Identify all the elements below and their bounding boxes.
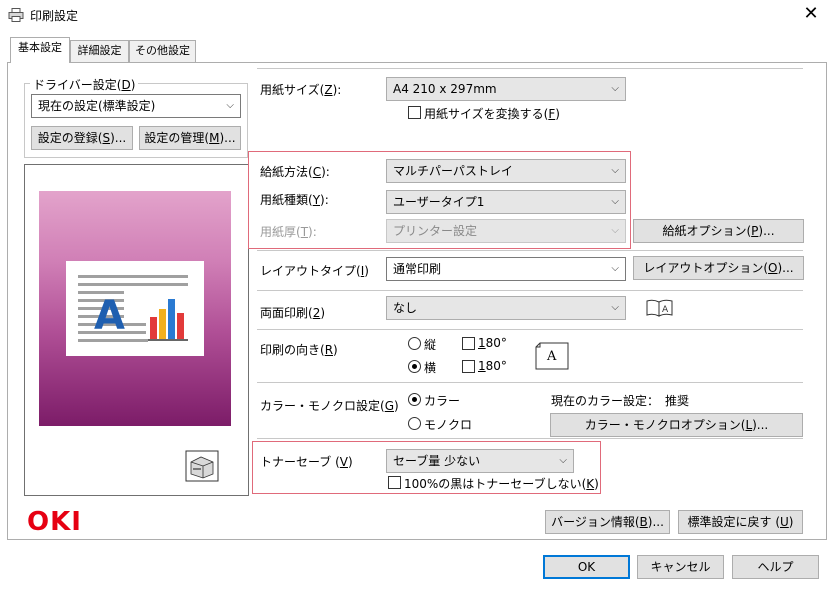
title-bar bbox=[0, 0, 827, 30]
chevron-down-icon: ⌵ bbox=[611, 263, 619, 274]
orientation-label: 印刷の向き(R) bbox=[260, 343, 338, 357]
chevron-down-icon: ⌵ bbox=[611, 83, 619, 94]
paper-type-label: 用紙種類(Y): bbox=[260, 193, 329, 207]
separator bbox=[257, 290, 803, 291]
color-mode-label: カラー・モノクロ設定(G) bbox=[260, 399, 399, 413]
orientation-portrait-label: 縦 bbox=[424, 338, 437, 352]
duplex-label: 両面印刷(2) bbox=[260, 306, 326, 320]
chevron-down-icon: ⌵ bbox=[559, 455, 567, 466]
current-color-setting-label: 現在のカラー設定： bbox=[551, 394, 660, 408]
feed-method-select[interactable]: マルチパーパストレイ ⌵ bbox=[386, 159, 626, 183]
mono-radio[interactable] bbox=[408, 417, 421, 430]
color-options-button[interactable]: カラー・モノクロオプション(L)... bbox=[550, 413, 803, 437]
orientation-landscape-radio[interactable] bbox=[408, 360, 421, 373]
duplex-select[interactable]: なし ⌵ bbox=[386, 296, 626, 320]
version-info-button[interactable]: バージョン情報(B)... bbox=[545, 510, 670, 534]
color-radio-label: カラー bbox=[424, 394, 461, 408]
paper-size-label: 用紙サイズ(Z): bbox=[260, 83, 342, 97]
driver-settings-select[interactable]: 現在の設定(標準設定) ⌵ bbox=[31, 94, 241, 118]
rotate-180-landscape-checkbox[interactable] bbox=[462, 360, 475, 373]
window-title: 印刷設定 bbox=[30, 9, 79, 23]
toner-save-value: セーブ量 少ない bbox=[393, 454, 481, 468]
feed-method-value: マルチパーパストレイ bbox=[393, 164, 513, 178]
separator bbox=[257, 250, 803, 251]
chevron-down-icon: ⌵ bbox=[611, 196, 619, 207]
tab-advanced[interactable]: 詳細設定 bbox=[70, 40, 129, 62]
cancel-button[interactable]: キャンセル bbox=[637, 555, 724, 579]
tab-other[interactable]: その他設定 bbox=[129, 40, 196, 62]
layout-type-value: 通常印刷 bbox=[393, 262, 442, 276]
register-settings-button[interactable]: 設定の登録(S)... bbox=[31, 126, 133, 150]
layout-options-button[interactable]: レイアウトオプション(O)... bbox=[633, 256, 804, 280]
layout-type-select[interactable]: 通常印刷 ⌵ bbox=[386, 257, 626, 281]
color-radio[interactable] bbox=[408, 393, 421, 406]
toner-save-label: トナーセーブ (V) bbox=[260, 455, 353, 469]
paper-size-select[interactable]: A4 210 x 297mm ⌵ bbox=[386, 77, 626, 101]
tab-basic[interactable]: 基本設定 bbox=[10, 37, 70, 63]
orientation-preview-letter: A bbox=[547, 349, 557, 364]
mono-radio-label: モノクロ bbox=[424, 418, 473, 432]
layout-type-label: レイアウトタイプ(I) bbox=[260, 264, 369, 278]
feed-options-button[interactable]: 給紙オプション(P)... bbox=[633, 219, 804, 243]
convert-paper-size-label: 用紙サイズを変換する(F) bbox=[424, 107, 560, 121]
current-color-setting-value: 推奨 bbox=[665, 394, 690, 408]
paper-size-value: A4 210 x 297mm bbox=[393, 82, 497, 96]
paper-weight-label: 用紙厚(T): bbox=[260, 225, 317, 239]
paper-type-value: ユーザータイプ1 bbox=[393, 195, 485, 209]
help-button[interactable]: ヘルプ bbox=[732, 555, 819, 579]
close-icon[interactable]: ✕ bbox=[798, 3, 824, 27]
no-toner-save-black-label: 100%の黒はトナーセーブしない(K) bbox=[404, 477, 599, 491]
chevron-down-icon: ⌵ bbox=[226, 100, 234, 111]
rotate-180-portrait-checkbox[interactable] bbox=[462, 337, 475, 350]
rotate-180-portrait-label: 180° bbox=[478, 336, 507, 350]
printer-icon bbox=[8, 8, 24, 22]
manage-settings-button[interactable]: 設定の管理(M)... bbox=[139, 126, 241, 150]
convert-paper-size-checkbox[interactable] bbox=[408, 106, 421, 119]
restore-defaults-button[interactable]: 標準設定に戻す (U) bbox=[678, 510, 803, 534]
chevron-down-icon: ⌵ bbox=[611, 302, 619, 313]
orientation-portrait-radio[interactable] bbox=[408, 337, 421, 350]
toner-save-select[interactable]: セーブ量 少ない ⌵ bbox=[386, 449, 574, 473]
duplex-value: なし bbox=[393, 301, 418, 315]
chevron-down-icon: ⌵ bbox=[611, 165, 619, 176]
driver-settings-value: 現在の設定(標準設定) bbox=[38, 99, 156, 113]
paper-weight-value: プリンター設定 bbox=[393, 224, 478, 238]
document-chart-icon bbox=[78, 275, 190, 342]
preview-letter: A bbox=[94, 293, 125, 339]
separator bbox=[257, 68, 803, 69]
printer-device-icon bbox=[185, 450, 219, 482]
ok-button[interactable]: OK bbox=[543, 555, 630, 579]
book-icon: A bbox=[646, 299, 673, 317]
paper-weight-select: プリンター設定 ⌵ bbox=[386, 219, 626, 243]
chevron-down-icon: ⌵ bbox=[611, 225, 619, 236]
rotate-180-landscape-label: 180° bbox=[478, 359, 507, 373]
paper-type-select[interactable]: ユーザータイプ1 ⌵ bbox=[386, 190, 626, 214]
feed-method-label: 給紙方法(C): bbox=[260, 165, 330, 179]
separator bbox=[257, 438, 803, 439]
driver-group-label: ドライバー設定(D) bbox=[30, 76, 139, 93]
separator bbox=[257, 329, 803, 330]
orientation-landscape-label: 横 bbox=[424, 361, 437, 375]
preview-document: A bbox=[66, 261, 204, 356]
oki-logo: OKI bbox=[27, 507, 82, 537]
separator bbox=[257, 382, 803, 383]
no-toner-save-black-checkbox[interactable] bbox=[388, 476, 401, 489]
svg-text:A: A bbox=[662, 305, 669, 315]
